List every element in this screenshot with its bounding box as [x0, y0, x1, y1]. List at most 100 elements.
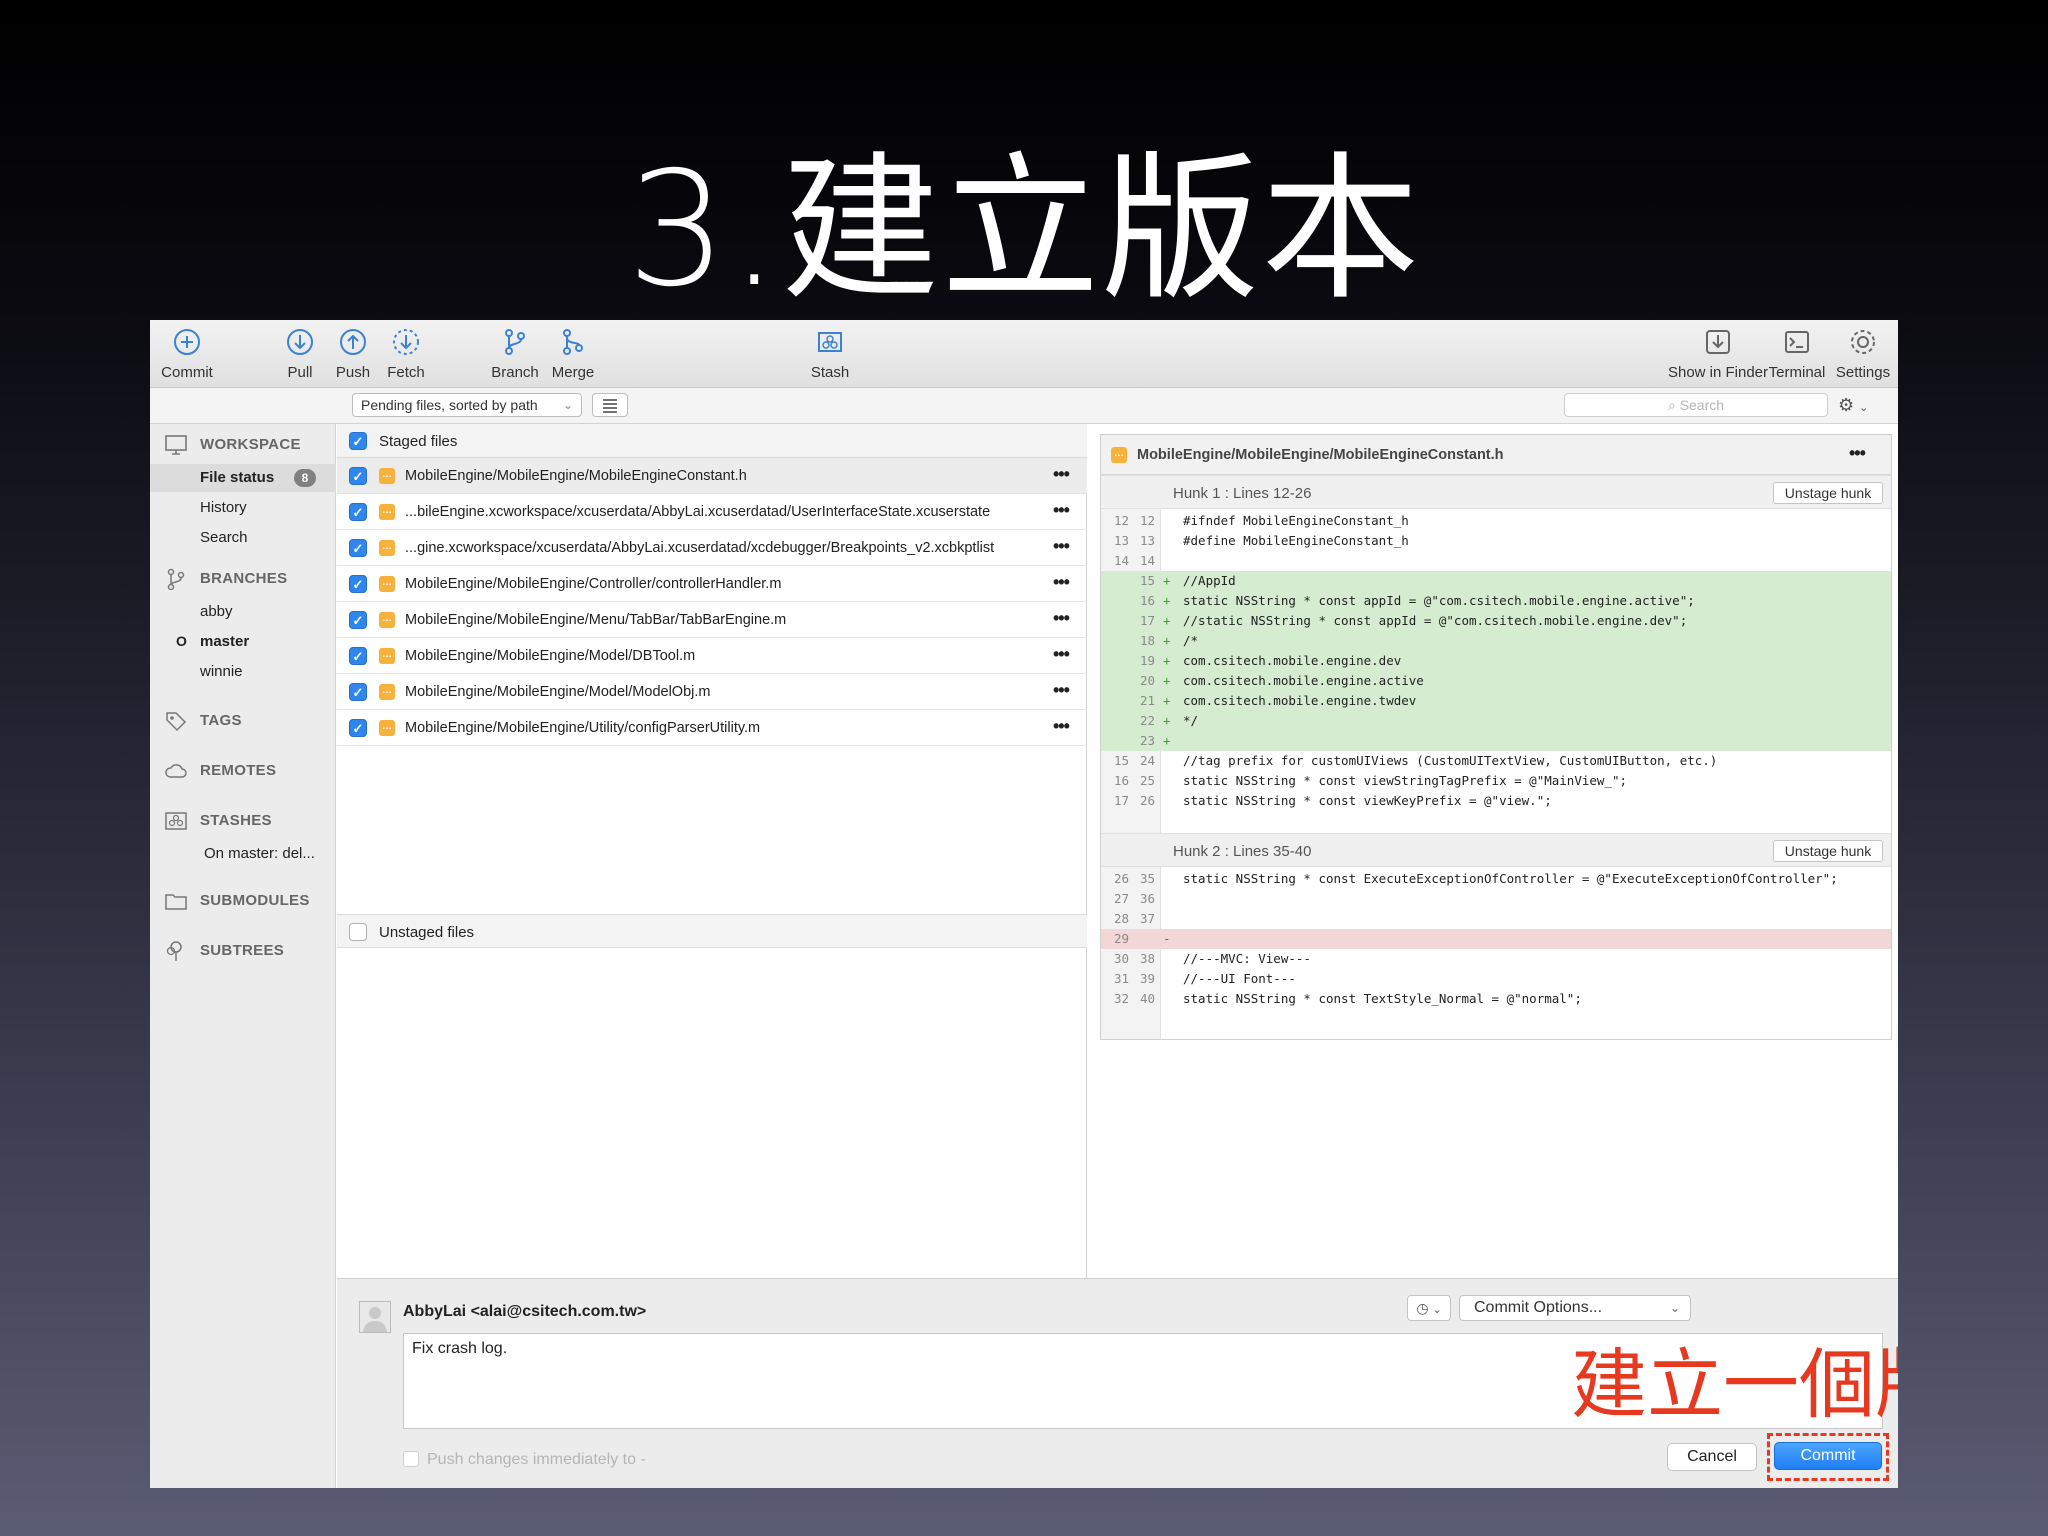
- unstage-hunk-button[interactable]: Unstage hunk: [1773, 840, 1883, 862]
- list-icon: [603, 399, 617, 413]
- staged-all-checkbox[interactable]: ✓: [349, 432, 367, 450]
- diff-marker: +: [1163, 573, 1171, 588]
- fetch-button[interactable]: Fetch: [371, 324, 441, 384]
- sidebar-section-stashes[interactable]: STASHES: [150, 806, 336, 836]
- sidebar-section-submodules[interactable]: SUBMODULES: [150, 886, 336, 916]
- file-checkbox[interactable]: ✓: [349, 503, 367, 521]
- file-more-button[interactable]: •••: [1053, 572, 1070, 593]
- code-text: com.csitech.mobile.engine.dev: [1183, 653, 1402, 668]
- commit-options-dropdown[interactable]: Commit Options... ⌄: [1459, 1295, 1691, 1321]
- code-text: static NSString * const ExecuteException…: [1183, 871, 1838, 886]
- file-checkbox[interactable]: ✓: [349, 647, 367, 665]
- sidebar: WORKSPACE File status 8 History Search B…: [150, 424, 336, 1488]
- file-checkbox[interactable]: ✓: [349, 539, 367, 557]
- message-history-dropdown[interactable]: ◷ ⌄: [1407, 1295, 1451, 1321]
- file-checkbox[interactable]: ✓: [349, 611, 367, 629]
- diff-line: 17 26 static NSString * const viewKeyPrefi…: [1101, 791, 1891, 811]
- unstaged-files-label: Unstaged files: [379, 924, 475, 941]
- file-more-button[interactable]: •••: [1053, 500, 1070, 521]
- settings-button[interactable]: Settings: [1828, 324, 1898, 384]
- file-row[interactable]: ✓ … MobileEngine/MobileEngine/Menu/TabBar/…: [337, 602, 1087, 638]
- commit-button[interactable]: Commit: [1774, 1442, 1882, 1470]
- sidebar-section-remotes[interactable]: REMOTES: [150, 756, 336, 786]
- code-text: static NSString * const appId = @"com.cs…: [1183, 593, 1695, 608]
- file-more-button[interactable]: •••: [1053, 608, 1070, 629]
- sidebar-section-tags[interactable]: TAGS: [150, 706, 336, 736]
- terminal-label: Terminal: [1768, 364, 1826, 381]
- commit-toolbar-button[interactable]: Commit: [152, 324, 222, 384]
- sidebar-item-stash[interactable]: On master: del...: [150, 840, 336, 868]
- file-row[interactable]: ✓ … ...gine.xcworkspace/xcuserdata/AbbyLai…: [337, 530, 1087, 566]
- old-line-number: 28: [1113, 911, 1129, 926]
- search-input[interactable]: ⌕ Search: [1564, 393, 1828, 417]
- file-checkbox[interactable]: ✓: [349, 575, 367, 593]
- file-path: MobileEngine/MobileEngine/MobileEngineCo…: [405, 468, 747, 484]
- modified-file-icon: …: [379, 612, 395, 628]
- file-more-button[interactable]: •••: [1053, 680, 1070, 701]
- file-row[interactable]: ✓ … MobileEngine/MobileEngine/Model/DBTool…: [337, 638, 1087, 674]
- hunk-label: Hunk 1 : Lines 12-26: [1173, 485, 1312, 502]
- new-line-number: 25: [1139, 773, 1155, 788]
- show-in-finder-button[interactable]: Show in Finder: [1665, 324, 1771, 384]
- push-immediately-checkbox[interactable]: [403, 1451, 419, 1467]
- sidebar-item-branch-winnie[interactable]: winnie: [150, 658, 336, 686]
- file-checkbox[interactable]: ✓: [349, 719, 367, 737]
- sidebar-item-search[interactable]: Search: [150, 524, 336, 552]
- list-view-toggle[interactable]: [592, 393, 628, 417]
- file-row[interactable]: ✓ … MobileEngine/MobileEngine/Controller/c…: [337, 566, 1087, 602]
- staged-files-header[interactable]: ✓ Staged files: [337, 424, 1087, 458]
- toolbar: Commit Pull Push Fetch Branch Merge Stas…: [150, 320, 1898, 388]
- sidebar-section-workspace[interactable]: WORKSPACE: [150, 430, 336, 460]
- diff-line-added: 21 + com.csitech.mobile.engine.twdev: [1101, 691, 1891, 711]
- file-more-button[interactable]: •••: [1053, 644, 1070, 665]
- diff-line: 16 25 static NSString * const viewStringTa…: [1101, 771, 1891, 791]
- code-text: static NSString * const TextStyle_Normal…: [1183, 991, 1582, 1006]
- new-line-number: 35: [1139, 871, 1155, 886]
- annotation-text: 建立一個版本: [1571, 1340, 1898, 1429]
- sidebar-item-history[interactable]: History: [150, 494, 336, 522]
- file-path: ...gine.xcworkspace/xcuserdata/AbbyLai.x…: [405, 540, 995, 556]
- gear-dropdown[interactable]: ⚙ ⌄: [1838, 393, 1888, 417]
- sidebar-item-branch-abby[interactable]: abby: [150, 598, 336, 626]
- diff-marker: +: [1163, 653, 1171, 668]
- sidebar-item-file-status[interactable]: File status 8: [150, 464, 336, 492]
- new-line-number: 18: [1139, 633, 1155, 648]
- file-more-button[interactable]: •••: [1053, 716, 1070, 737]
- new-line-number: 39: [1139, 971, 1155, 986]
- file-path: MobileEngine/MobileEngine/Utility/config…: [405, 720, 761, 736]
- branch-name: abby: [200, 603, 233, 620]
- unstaged-files-header[interactable]: ✓ Unstaged files: [337, 914, 1087, 948]
- commit-author: AbbyLai <alai@csitech.com.tw>: [403, 1303, 647, 1320]
- diff-line: 13 13 #define MobileEngineConstant_h: [1101, 531, 1891, 551]
- file-row[interactable]: ✓ … MobileEngine/MobileEngine/MobileEngine…: [337, 458, 1087, 494]
- file-checkbox[interactable]: ✓: [349, 467, 367, 485]
- cancel-button[interactable]: Cancel: [1667, 1443, 1757, 1471]
- sidebar-item-branch-master[interactable]: O master: [150, 628, 336, 656]
- file-row[interactable]: ✓ … ...bileEngine.xcworkspace/xcuserdata/A…: [337, 494, 1087, 530]
- sidebar-section-branches[interactable]: BRANCHES: [150, 564, 336, 594]
- diff-marker: +: [1163, 633, 1171, 648]
- file-row[interactable]: ✓ … MobileEngine/MobileEngine/Model/ModelO…: [337, 674, 1087, 710]
- plus-circle-icon: [174, 329, 200, 355]
- file-sort-select[interactable]: Pending files, sorted by path ⌄: [352, 393, 582, 417]
- file-path: MobileEngine/MobileEngine/Controller/con…: [405, 576, 782, 592]
- unstage-hunk-button[interactable]: Unstage hunk: [1773, 482, 1883, 504]
- new-line-number: 37: [1139, 911, 1155, 926]
- diff-marker: +: [1163, 593, 1171, 608]
- unstaged-all-checkbox[interactable]: ✓: [349, 923, 367, 941]
- fetch-icon: [393, 329, 419, 355]
- diff-more-button[interactable]: •••: [1849, 443, 1866, 464]
- branch-name: master: [200, 633, 250, 650]
- submodules-label: SUBMODULES: [200, 892, 310, 909]
- filter-bar: Pending files, sorted by path ⌄ ⌕ Search…: [150, 388, 1898, 424]
- terminal-button[interactable]: Terminal: [1762, 324, 1832, 384]
- new-line-number: 17: [1139, 613, 1155, 628]
- file-more-button[interactable]: •••: [1053, 464, 1070, 485]
- stash-button[interactable]: Stash: [795, 324, 865, 384]
- hunk-label: Hunk 2 : Lines 35-40: [1173, 843, 1312, 860]
- file-row[interactable]: ✓ … MobileEngine/MobileEngine/Utility/conf…: [337, 710, 1087, 746]
- sidebar-section-subtrees[interactable]: SUBTREES: [150, 936, 336, 966]
- file-checkbox[interactable]: ✓: [349, 683, 367, 701]
- file-more-button[interactable]: •••: [1053, 536, 1070, 557]
- merge-button[interactable]: Merge: [538, 324, 608, 384]
